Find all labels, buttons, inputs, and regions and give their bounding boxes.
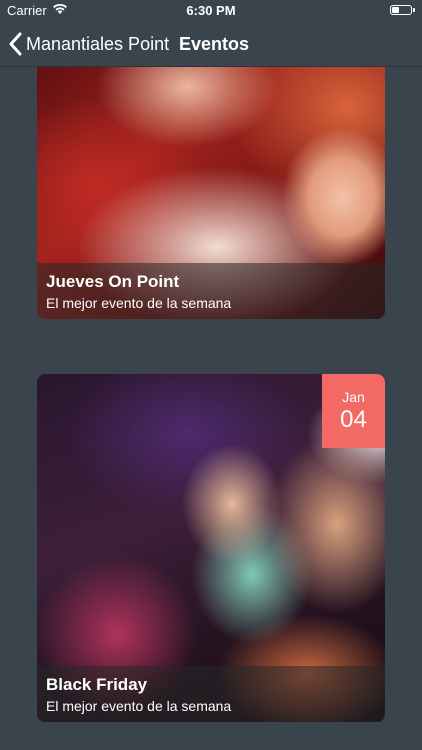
event-card[interactable]: Jueves On Point El mejor evento de la se… [37,67,385,319]
date-badge: Jan 04 [322,374,385,448]
back-label: Manantiales Point [26,33,170,54]
date-month: Jan [342,389,365,405]
event-card[interactable]: Jan 04 Black Friday El mejor evento de l… [37,374,385,722]
back-button[interactable]: Manantiales Point [8,22,169,66]
event-title: Black Friday [46,675,148,694]
date-day: 04 [340,406,367,433]
battery-icon [390,5,415,15]
status-bar: Carrier 6:30 PM [0,0,422,22]
chevron-left-icon [8,32,22,56]
event-subtitle: El mejor evento de la semana [46,295,232,311]
page-title: Eventos [179,34,250,54]
event-caption: Black Friday El mejor evento de la seman… [37,666,385,722]
navigation-bar: Manantiales Point Eventos [0,22,422,67]
event-subtitle: El mejor evento de la semana [46,698,232,714]
events-list[interactable]: Jueves On Point El mejor evento de la se… [0,67,422,750]
event-caption: Jueves On Point El mejor evento de la se… [37,263,385,319]
event-title: Jueves On Point [46,272,180,291]
status-time: 6:30 PM [186,3,236,18]
